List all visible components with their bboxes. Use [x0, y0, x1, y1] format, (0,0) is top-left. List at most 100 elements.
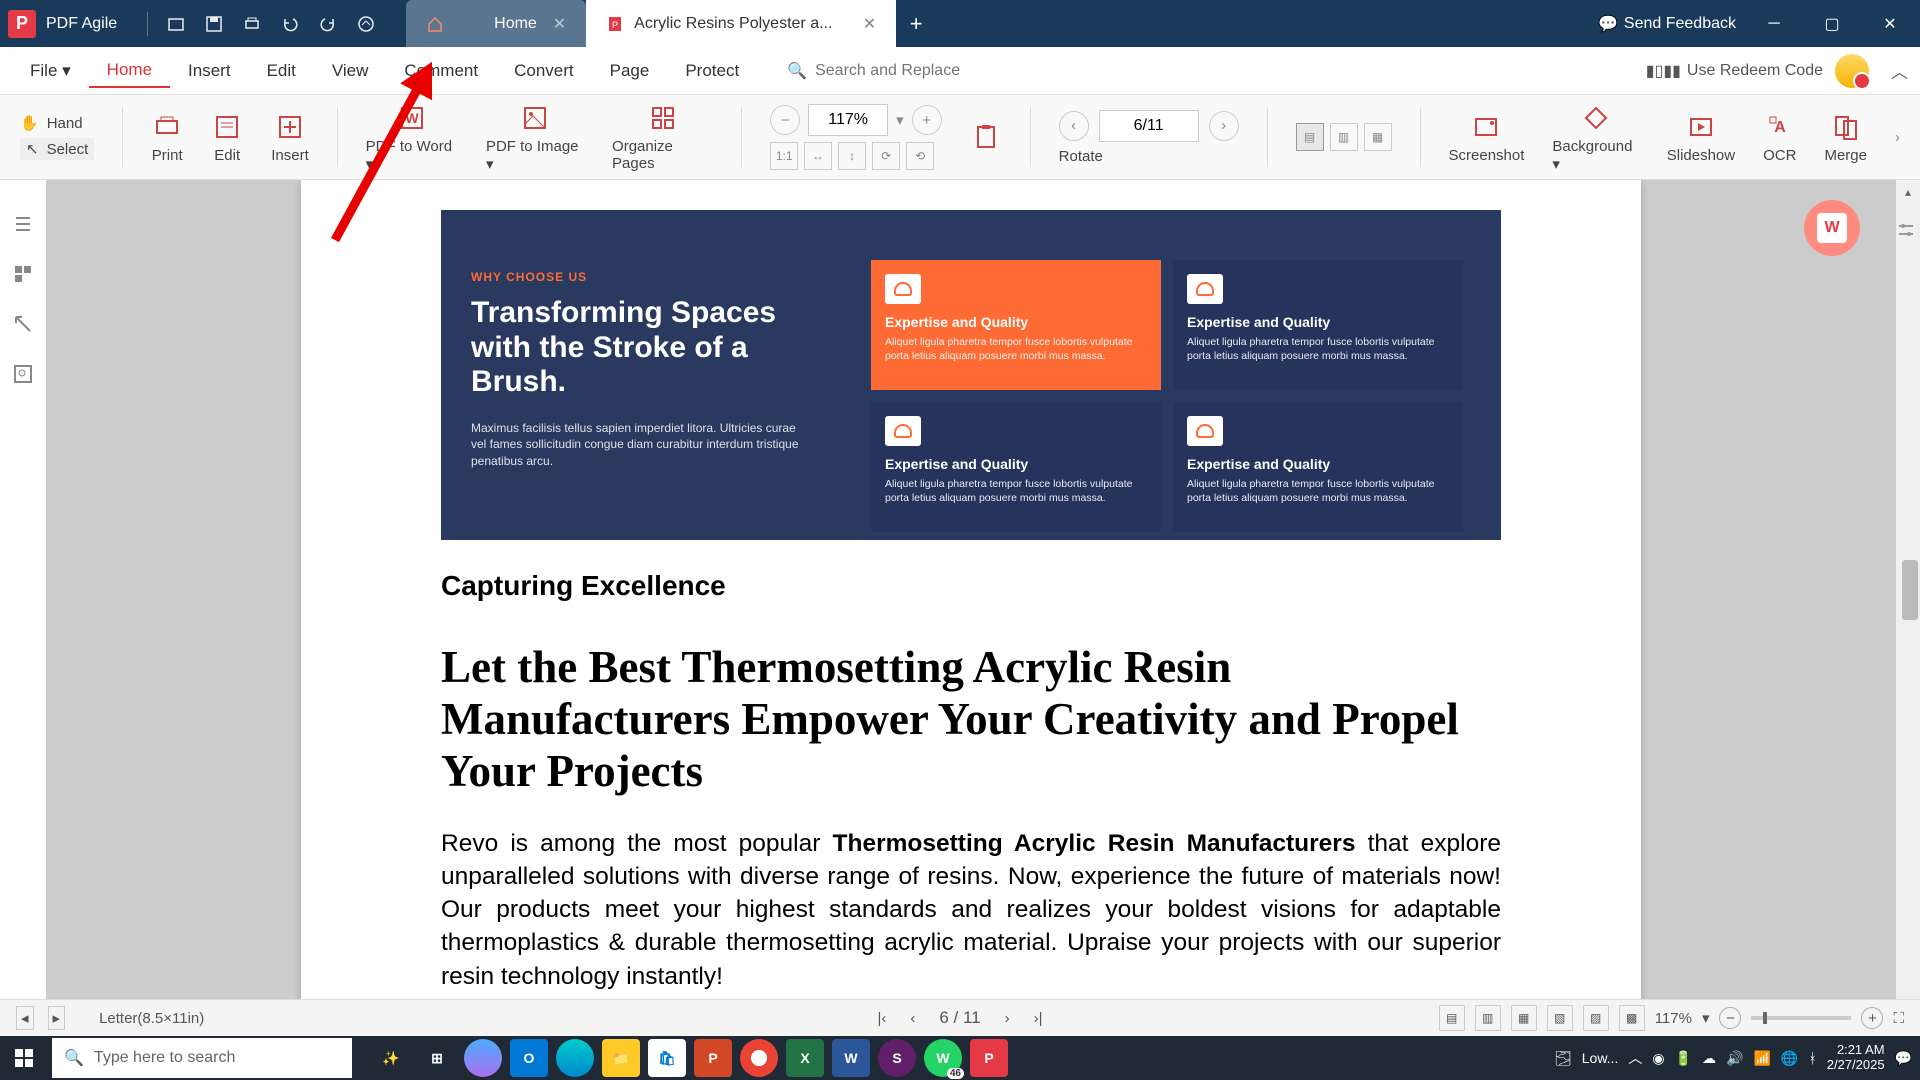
print-icon[interactable] — [242, 14, 262, 34]
language-icon[interactable]: 🌐 — [1781, 1050, 1798, 1067]
clipboard-icon-button[interactable] — [970, 121, 1002, 153]
organize-pages-button[interactable]: Organize Pages — [612, 102, 713, 172]
convert-to-word-floating-button[interactable]: W — [1804, 200, 1860, 256]
battery-icon[interactable]: 🔋 — [1675, 1050, 1692, 1067]
search-input[interactable] — [815, 62, 1015, 80]
fit-height[interactable]: ↕ — [838, 142, 866, 170]
zoom-input[interactable] — [808, 104, 888, 136]
notifications-icon[interactable]: 💬 — [1895, 1050, 1912, 1067]
tab-home[interactable]: Home ✕ — [406, 0, 586, 47]
collapse-ribbon-icon[interactable]: ︿ — [1891, 58, 1908, 83]
tray-chevron-icon[interactable]: ︿ — [1628, 1048, 1642, 1068]
app-file-explorer[interactable]: 📁 — [602, 1039, 640, 1077]
continuous-view[interactable]: ▦ — [1364, 123, 1392, 151]
screenshot-button[interactable]: Screenshot — [1449, 111, 1525, 164]
menu-view[interactable]: View — [314, 55, 387, 87]
task-view-icon[interactable]: ⊞ — [418, 1039, 456, 1077]
menu-home[interactable]: Home — [89, 54, 170, 88]
next-page-button[interactable]: › — [1209, 111, 1239, 141]
app-powerpoint[interactable]: P — [694, 1039, 732, 1077]
app-store[interactable]: 🛍 — [648, 1039, 686, 1077]
menu-protect[interactable]: Protect — [667, 55, 757, 87]
insert-button[interactable]: Insert — [271, 111, 309, 164]
taskbar-search[interactable]: 🔍 Type here to search — [52, 1038, 352, 1078]
search-panel-icon[interactable] — [9, 360, 37, 388]
page-input[interactable] — [1099, 110, 1199, 142]
view-mode-5[interactable]: ▨ — [1583, 1005, 1609, 1031]
app-slack[interactable]: S — [878, 1039, 916, 1077]
send-feedback-button[interactable]: 💬 Send Feedback — [1598, 14, 1736, 34]
close-window-button[interactable]: ✕ — [1870, 4, 1910, 44]
view-mode-2[interactable]: ▥ — [1475, 1005, 1501, 1031]
last-page-icon[interactable]: ›| — [1034, 1010, 1043, 1027]
zoom-dropdown-icon[interactable]: ▾ — [896, 111, 904, 129]
next-page-icon[interactable]: › — [1005, 1010, 1010, 1027]
pdf-to-word-button[interactable]: WPDF to Word ▾ — [366, 102, 458, 173]
status-zoom-label[interactable]: 117% — [1655, 1010, 1692, 1027]
user-avatar[interactable] — [1835, 54, 1869, 88]
menu-page[interactable]: Page — [592, 55, 668, 87]
maximize-button[interactable]: ▢ — [1812, 4, 1852, 44]
open-icon[interactable] — [166, 14, 186, 34]
fit-page[interactable]: ⟳ — [872, 142, 900, 170]
save-icon[interactable] — [204, 14, 224, 34]
bluetooth-icon[interactable]: ᚼ — [1808, 1050, 1816, 1066]
single-page-view[interactable]: ▤ — [1296, 123, 1324, 151]
onedrive-icon[interactable]: ☁ — [1702, 1050, 1716, 1067]
undo-icon[interactable] — [280, 14, 300, 34]
hand-tool[interactable]: ✋Hand — [20, 114, 83, 132]
prev-page-button[interactable]: ‹ — [1059, 111, 1089, 141]
tab-document[interactable]: P Acrylic Resins Polyester a... ✕ — [586, 0, 896, 47]
fit-width[interactable]: ↔ — [804, 142, 832, 170]
fit-visible[interactable]: ⟲ — [906, 142, 934, 170]
zoom-dropdown-icon[interactable]: ▾ — [1702, 1009, 1710, 1027]
app-pdf-agile[interactable]: P — [970, 1039, 1008, 1077]
scroll-thumb[interactable] — [1902, 560, 1918, 620]
vertical-scrollbar[interactable]: ▴ ▾ — [1896, 180, 1920, 1043]
zoom-out-status[interactable]: − — [1719, 1007, 1741, 1029]
app-word[interactable]: W — [832, 1039, 870, 1077]
chrome-tray-icon[interactable]: ◉ — [1652, 1050, 1664, 1067]
print-button[interactable]: Print — [151, 111, 183, 164]
merge-button[interactable]: Merge — [1824, 111, 1867, 164]
menu-convert[interactable]: Convert — [496, 55, 592, 87]
volume-icon[interactable]: 🔊 — [1726, 1050, 1743, 1067]
rotate-label[interactable]: Rotate — [1059, 148, 1103, 165]
start-button[interactable] — [0, 1036, 48, 1080]
two-page-view[interactable]: ▥ — [1330, 123, 1358, 151]
edit-button[interactable]: Edit — [211, 111, 243, 164]
weather-text[interactable]: Low... — [1582, 1050, 1619, 1066]
search-replace[interactable]: 🔍 — [787, 61, 1015, 81]
pdf-to-image-button[interactable]: PDF to Image ▾ — [486, 102, 584, 173]
home-quick-icon[interactable] — [356, 14, 376, 34]
app-copilot[interactable] — [464, 1039, 502, 1077]
slideshow-button[interactable]: Slideshow — [1667, 111, 1735, 164]
close-icon[interactable]: ✕ — [553, 14, 566, 34]
redeem-code-button[interactable]: ▮▯▮▮ Use Redeem Code — [1646, 61, 1823, 81]
outline-panel-icon[interactable] — [9, 210, 37, 238]
select-tool[interactable]: ↖Select — [20, 138, 94, 160]
ribbon-more-icon[interactable]: › — [1895, 129, 1900, 146]
view-mode-4[interactable]: ▧ — [1547, 1005, 1573, 1031]
app-edge[interactable] — [556, 1039, 594, 1077]
background-button[interactable]: Background ▾ — [1552, 102, 1638, 173]
weather-icon[interactable]: 🌫 — [1554, 1050, 1572, 1067]
prev-doc-icon[interactable]: ◂ — [16, 1006, 34, 1030]
view-mode-6[interactable]: ▩ — [1619, 1005, 1645, 1031]
minimize-button[interactable]: ─ — [1754, 4, 1794, 44]
next-doc-icon[interactable]: ▸ — [48, 1006, 66, 1030]
menu-edit[interactable]: Edit — [249, 55, 314, 87]
redo-icon[interactable] — [318, 14, 338, 34]
zoom-in-status[interactable]: + — [1861, 1007, 1883, 1029]
new-tab-button[interactable]: + — [896, 0, 936, 47]
ocr-button[interactable]: AOCR — [1763, 111, 1796, 164]
menu-insert[interactable]: Insert — [170, 55, 249, 87]
thumbnails-panel-icon[interactable] — [9, 260, 37, 288]
app-outlook[interactable]: O — [510, 1039, 548, 1077]
menu-comment[interactable]: Comment — [386, 55, 496, 87]
view-mode-1[interactable]: ▤ — [1439, 1005, 1465, 1031]
menu-file[interactable]: File ▾ — [12, 55, 89, 87]
zoom-out-button[interactable]: − — [770, 105, 800, 135]
zoom-in-button[interactable]: + — [912, 105, 942, 135]
scroll-up-icon[interactable]: ▴ — [1900, 184, 1916, 200]
